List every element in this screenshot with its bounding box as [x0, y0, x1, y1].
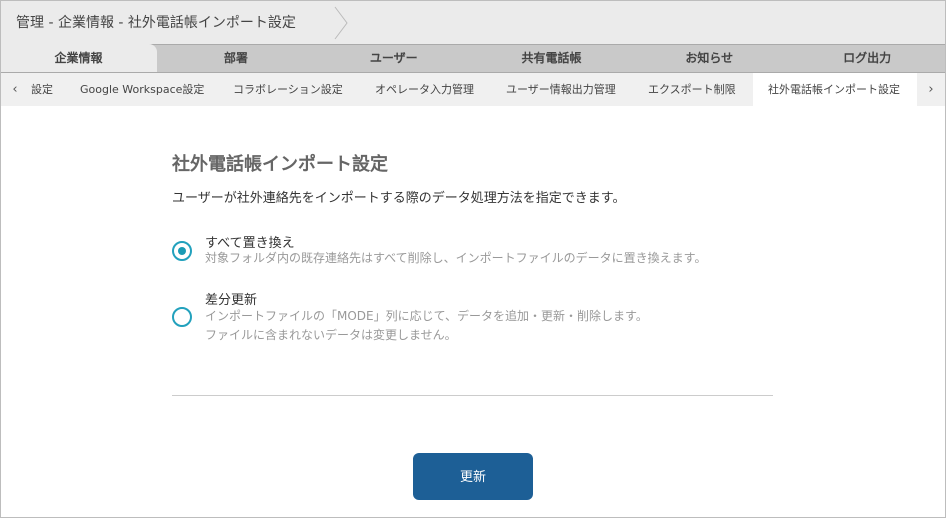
- main-tabs: 企業情報 部署 ユーザー 共有電話帳 お知らせ ログ出力: [0, 44, 946, 73]
- update-button[interactable]: 更新: [413, 453, 533, 500]
- sub-tab-google-workspace[interactable]: Google Workspace設定: [80, 73, 204, 106]
- sub-tabs: ‹ 設定 Google Workspace設定 コラボレーション設定 オペレータ…: [0, 73, 946, 106]
- sub-tab-export-limit[interactable]: エクスポート制限: [648, 73, 736, 106]
- tab-company-info[interactable]: 企業情報: [0, 44, 157, 72]
- tab-log-output[interactable]: ログ出力: [788, 45, 946, 72]
- tab-shared-phonebook[interactable]: 共有電話帳: [473, 45, 631, 72]
- chevron-left-icon[interactable]: ‹: [1, 73, 29, 106]
- option-note: 対象フォルダ内の既存連絡先はすべて削除し、インポートファイルのデータに置き換えま…: [205, 251, 707, 265]
- sub-tab-settings[interactable]: 設定: [31, 73, 53, 106]
- divider: [172, 395, 773, 396]
- option-title: 差分更新: [205, 293, 258, 308]
- sub-tab-user-info-output[interactable]: ユーザー情報出力管理: [506, 73, 616, 106]
- option-note: インポートファイルの「MODE」列に応じて、データを追加・更新・削除します。: [205, 309, 648, 323]
- radio-replace-all[interactable]: [172, 241, 192, 261]
- page-title: 社外電話帳インポート設定: [172, 154, 388, 175]
- sub-tab-operator-input[interactable]: オペレータ入力管理: [375, 73, 474, 106]
- tab-notices[interactable]: お知らせ: [630, 45, 788, 72]
- page-description: ユーザーが社外連絡先をインポートする際のデータ処理方法を指定できます。: [172, 191, 626, 206]
- breadcrumb-bar: 管理 - 企業情報 - 社外電話帳インポート設定: [0, 0, 946, 44]
- sub-tab-external-phonebook-import[interactable]: 社外電話帳インポート設定: [753, 73, 917, 106]
- breadcrumb-chevron-icon: [334, 6, 348, 40]
- tab-departments[interactable]: 部署: [157, 45, 315, 72]
- chevron-right-icon[interactable]: ›: [917, 73, 945, 106]
- breadcrumb: 管理 - 企業情報 - 社外電話帳インポート設定: [16, 15, 296, 31]
- tab-users[interactable]: ユーザー: [315, 45, 473, 72]
- sub-tab-collaboration[interactable]: コラボレーション設定: [233, 73, 343, 106]
- radio-differential-update[interactable]: [172, 307, 192, 327]
- option-note: ファイルに含まれないデータは変更しません。: [205, 328, 457, 342]
